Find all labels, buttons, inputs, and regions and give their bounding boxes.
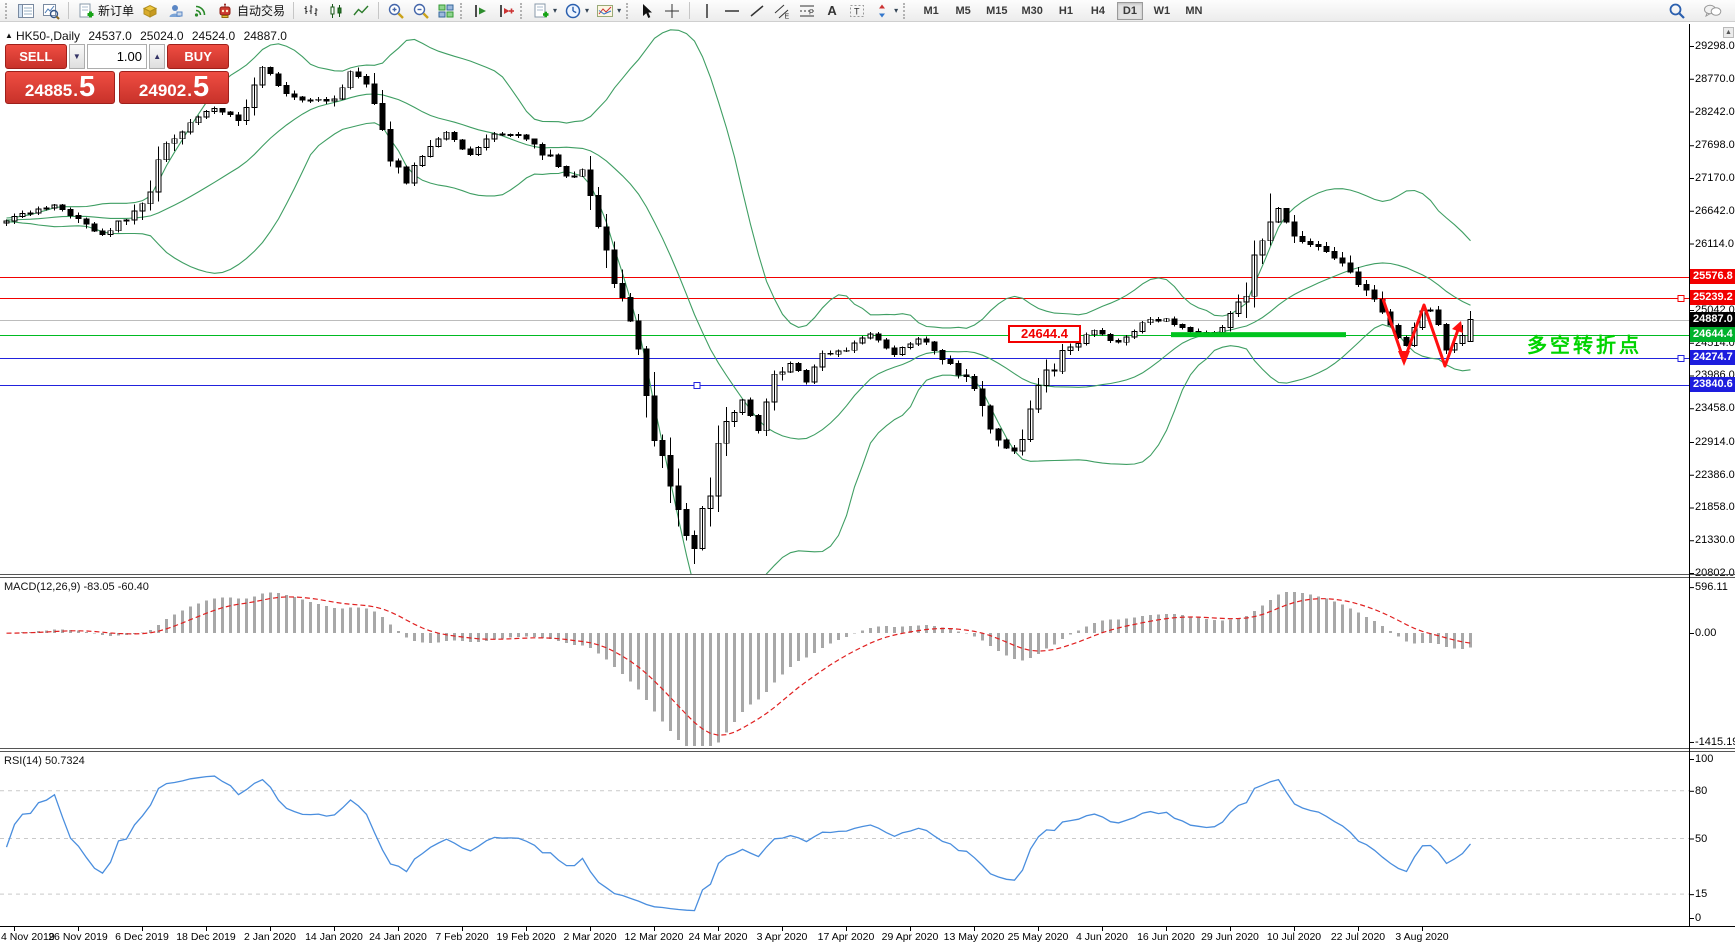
timeframe-m1[interactable]: M1	[918, 2, 944, 20]
fibonacci-tool-icon[interactable]: F	[795, 1, 819, 21]
bollinger-middle-line	[6, 93, 1471, 440]
search-icon[interactable]	[1665, 1, 1689, 21]
vertical-line-tool-icon[interactable]	[695, 1, 719, 21]
price-flag-annotation[interactable]: 24644.4	[1008, 325, 1081, 343]
timeframe-d1[interactable]: D1	[1116, 1, 1143, 20]
volume-increase-button[interactable]: ▲	[149, 44, 166, 69]
ask-price-int: 24902	[138, 81, 187, 100]
timeframe-m30[interactable]: M30	[1018, 2, 1047, 20]
period-clock-dropdown[interactable]: ▾	[561, 1, 592, 21]
chevron-down-icon: ▾	[894, 5, 899, 15]
bollinger-lower-line	[6, 122, 1471, 574]
volume-input[interactable]	[87, 44, 147, 69]
ask-price-dot: .	[187, 81, 192, 100]
candles-layer	[3, 65, 1474, 564]
chevron-down-icon: ▾	[585, 5, 590, 15]
toolbar-grip[interactable]	[460, 2, 465, 19]
ask-price-frac: 5	[192, 71, 210, 103]
tile-windows-icon[interactable]	[434, 1, 458, 21]
cn-note-annotation[interactable]: 多空转折点	[1527, 329, 1642, 358]
signals-icon[interactable]	[188, 1, 212, 21]
macd-signal-line	[6, 596, 1471, 736]
new-order-label: 新订单	[98, 4, 135, 18]
chat-icon[interactable]	[1699, 1, 1725, 21]
buy-button[interactable]: BUY	[167, 44, 229, 69]
line-handle[interactable]	[1677, 355, 1685, 362]
chart-window: ▲ HK50-,Daily 24537.0 25024.0 24524.0 24…	[0, 23, 1735, 945]
chevron-down-icon: ▾	[553, 5, 558, 15]
bid-price-int: 24885	[24, 81, 73, 100]
trading-terminal-window: 新订单 自动交易 ▾ ▾ ▾ E F A T ▾ M1 M5 M15 M30 H…	[0, 0, 1735, 945]
arrows-tool-dropdown[interactable]: ▾	[870, 1, 901, 21]
chart-shift-icon[interactable]	[494, 1, 518, 21]
bar-chart-mode-icon[interactable]	[299, 1, 323, 21]
green-turning-segment[interactable]	[1171, 332, 1346, 338]
toolbar-grip[interactable]	[903, 2, 908, 19]
macd-histogram	[5, 592, 1472, 746]
auto-trading-label: 自动交易	[237, 4, 286, 18]
toolbar-grip[interactable]	[5, 2, 10, 19]
toolbar-right	[1665, 1, 1731, 21]
market-watch-icon[interactable]	[14, 1, 38, 21]
chart-surface[interactable]	[0, 23, 1735, 945]
toolbar-separator	[689, 2, 691, 19]
line-handle[interactable]	[693, 382, 701, 389]
text-label-tool-icon[interactable]: T	[845, 1, 869, 21]
timeframe-h4[interactable]: H4	[1085, 2, 1111, 20]
svg-text:T: T	[854, 6, 860, 16]
chevron-down-icon: ▾	[617, 5, 622, 15]
one-click-trade-panel: SELL ▼ ▲ BUY 24885 . 5 24902 . 5	[5, 44, 229, 104]
community-icon[interactable]	[163, 1, 187, 21]
sell-button[interactable]: SELL	[5, 44, 67, 69]
tick-chart-icon[interactable]	[39, 1, 63, 21]
timeframe-mn[interactable]: MN	[1181, 2, 1207, 20]
bid-price-dot: .	[73, 81, 78, 100]
timeframe-toolbar: M1 M5 M15 M30 H1 H4 D1 W1 MN	[918, 1, 1207, 20]
new-order-button[interactable]: 新订单	[74, 1, 137, 21]
horizontal-line-tool-icon[interactable]	[720, 1, 744, 21]
channel-tool-icon[interactable]: E	[770, 1, 794, 21]
toolbar-grip[interactable]	[520, 2, 525, 19]
toolbar: 新订单 自动交易 ▾ ▾ ▾ E F A T ▾ M1 M5 M15 M30 H…	[0, 0, 1735, 22]
svg-text:F: F	[809, 9, 813, 16]
cursor-tool-icon[interactable]	[635, 1, 659, 21]
timeframe-h1[interactable]: H1	[1053, 2, 1079, 20]
zoom-in-icon[interactable]	[384, 1, 408, 21]
svg-text:E: E	[785, 13, 790, 20]
toolbar-separator	[378, 2, 380, 19]
toolbar-separator	[68, 2, 69, 19]
line-chart-mode-icon[interactable]	[349, 1, 373, 21]
candlestick-mode-icon[interactable]	[324, 1, 348, 21]
crosshair-tool-icon[interactable]	[660, 1, 684, 21]
market-cube-icon[interactable]	[138, 1, 162, 21]
timeframe-m15[interactable]: M15	[982, 2, 1011, 20]
templates-dropdown[interactable]: ▾	[529, 1, 560, 21]
scroll-up-arrow[interactable]: ▲	[1723, 27, 1734, 38]
timeframe-m5[interactable]: M5	[950, 2, 976, 20]
toolbar-separator	[293, 2, 295, 19]
rsi-line	[5, 775, 1471, 912]
zoom-out-icon[interactable]	[409, 1, 433, 21]
bid-price-panel[interactable]: 24885 . 5	[5, 71, 115, 104]
horizontal-level-lines	[0, 277, 1689, 389]
trendline-tool-icon[interactable]	[745, 1, 769, 21]
timeframe-w1[interactable]: W1	[1149, 2, 1175, 20]
ask-price-panel[interactable]: 24902 . 5	[119, 71, 229, 104]
line-handle[interactable]	[1677, 295, 1685, 302]
toolbar-grip[interactable]	[626, 2, 631, 19]
auto-trading-button[interactable]: 自动交易	[213, 1, 288, 21]
bid-price-frac: 5	[78, 71, 96, 103]
indicators-dropdown[interactable]: ▾	[593, 1, 624, 21]
volume-decrease-button[interactable]: ▼	[68, 44, 85, 69]
auto-scroll-icon[interactable]	[469, 1, 493, 21]
text-tool-icon[interactable]: A	[820, 1, 844, 21]
